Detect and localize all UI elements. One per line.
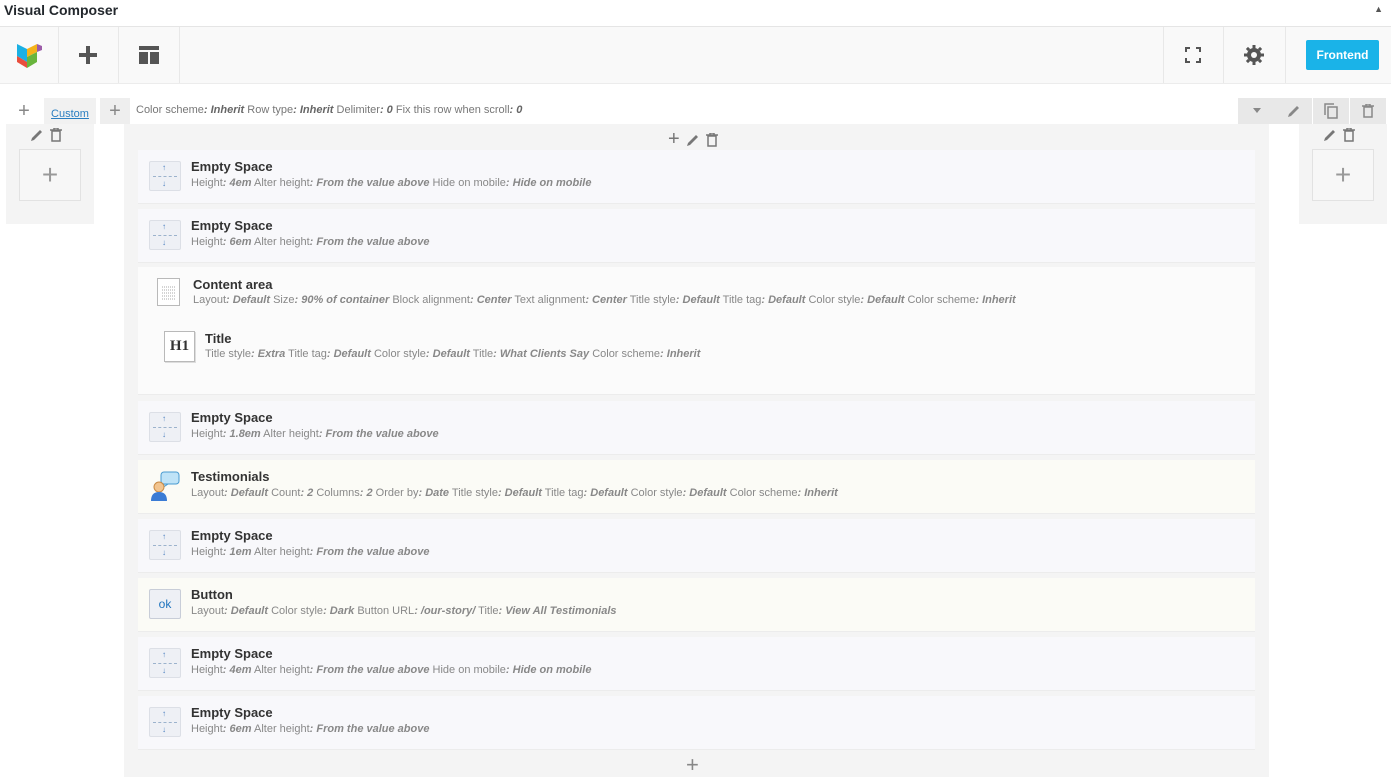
element-empty-space[interactable]: ↑ ↓ Empty Space Height: 1.8em Alter heigh… — [138, 401, 1255, 455]
empty-space-icon: ↑ ↓ — [149, 412, 181, 442]
row-layout-custom[interactable]: Custom — [44, 98, 96, 124]
element-params: Layout: Default Count: 2 Columns: 2 Orde… — [191, 487, 838, 499]
button-icon: ok — [149, 589, 181, 619]
add-to-column-button[interactable]: + — [1312, 149, 1374, 201]
row-params: Color scheme: Inherit Row type: Inherit … — [136, 104, 523, 116]
element-name: Empty Space — [191, 410, 273, 425]
element-name: Testimonials — [191, 469, 270, 484]
row-edit-icon[interactable] — [1276, 98, 1312, 124]
empty-space-icon: ↑ ↓ — [149, 220, 181, 250]
element-params: Height: 4em Alter height: From the value… — [191, 177, 592, 189]
pencil-icon[interactable] — [686, 133, 700, 147]
empty-space-icon: ↑ ↓ — [149, 707, 181, 737]
vc-logo-icon[interactable] — [0, 27, 58, 83]
fullscreen-button[interactable] — [1164, 27, 1222, 83]
gear-icon — [1244, 45, 1264, 65]
collapse-icon[interactable]: ▲ — [1374, 4, 1383, 14]
element-title[interactable]: H1 Title Title style: Extra Title tag: D… — [158, 327, 1238, 367]
window-titlebar: Visual Composer ▲ — [0, 0, 1391, 27]
element-name: Button — [191, 587, 233, 602]
fullscreen-icon — [1185, 47, 1201, 63]
trash-icon[interactable] — [50, 128, 62, 142]
h1-icon: H1 — [164, 331, 195, 362]
element-empty-space[interactable]: ↑ ↓ Empty Space Height: 1em Alter height:… — [138, 519, 1255, 573]
row-add-icon[interactable]: + — [11, 98, 37, 124]
row-controls: + Custom + Color scheme: Inherit Row typ… — [0, 98, 1391, 124]
add-element-bottom-icon[interactable]: + — [686, 752, 699, 778]
pencil-icon[interactable] — [1323, 128, 1337, 142]
add-element-button[interactable] — [59, 27, 117, 83]
main-toolbar: Frontend — [0, 27, 1391, 84]
testimonials-icon — [149, 471, 181, 501]
window-title: Visual Composer — [4, 2, 119, 18]
element-testimonials[interactable]: Testimonials Layout: Default Count: 2 Co… — [138, 460, 1255, 514]
element-params: Height: 6em Alter height: From the value… — [191, 236, 430, 248]
element-empty-space[interactable]: ↑ ↓ Empty Space Height: 6em Alter height:… — [138, 209, 1255, 263]
document-icon — [157, 278, 180, 306]
plus-icon — [79, 46, 97, 64]
element-name: Empty Space — [191, 705, 273, 720]
plus-icon[interactable]: + — [668, 128, 680, 151]
frontend-button[interactable]: Frontend — [1306, 40, 1379, 70]
element-name: Empty Space — [191, 159, 273, 174]
empty-space-icon: ↑ ↓ — [149, 648, 181, 678]
element-name: Title — [205, 331, 232, 346]
element-empty-space[interactable]: ↑ ↓ Empty Space Height: 4em Alter height:… — [138, 637, 1255, 691]
element-params: Height: 4em Alter height: From the value… — [191, 664, 592, 676]
left-column: + — [6, 124, 94, 224]
element-name: Empty Space — [191, 528, 273, 543]
row-add-column-icon[interactable]: + — [100, 98, 130, 124]
row-toggle-icon[interactable] — [1238, 98, 1276, 124]
pencil-icon[interactable] — [30, 128, 44, 142]
trash-icon[interactable] — [1343, 128, 1355, 142]
empty-space-icon: ↑ ↓ — [149, 161, 181, 191]
add-to-column-button[interactable]: + — [19, 149, 81, 201]
element-name: Empty Space — [191, 218, 273, 233]
element-button[interactable]: ok Button Layout: Default Color style: D… — [138, 578, 1255, 632]
right-column: + — [1299, 124, 1387, 224]
element-content-area[interactable]: Content area Layout: Default Size: 90% o… — [138, 267, 1255, 395]
element-name: Content area — [193, 277, 273, 292]
templates-button[interactable] — [119, 27, 179, 83]
element-empty-space[interactable]: ↑ ↓ Empty Space Height: 4em Alter height:… — [138, 150, 1255, 204]
element-params: Layout: Default Color style: Dark Button… — [191, 605, 617, 617]
empty-space-icon: ↑ ↓ — [149, 530, 181, 560]
row-clone-icon[interactable] — [1313, 98, 1349, 124]
element-params: Height: 6em Alter height: From the value… — [191, 723, 430, 735]
element-params: Height: 1em Alter height: From the value… — [191, 546, 430, 558]
row-delete-icon[interactable] — [1350, 98, 1386, 124]
element-params: Height: 1.8em Alter height: From the val… — [191, 428, 439, 440]
layout-icon — [139, 46, 159, 64]
element-params: Layout: Default Size: 90% of container B… — [193, 294, 1016, 306]
element-name: Empty Space — [191, 646, 273, 661]
trash-icon[interactable] — [705, 132, 718, 147]
element-empty-space[interactable]: ↑ ↓ Empty Space Height: 6em Alter height:… — [138, 696, 1255, 750]
element-params: Title style: Extra Title tag: Default Co… — [205, 348, 701, 360]
settings-button[interactable] — [1224, 27, 1284, 83]
